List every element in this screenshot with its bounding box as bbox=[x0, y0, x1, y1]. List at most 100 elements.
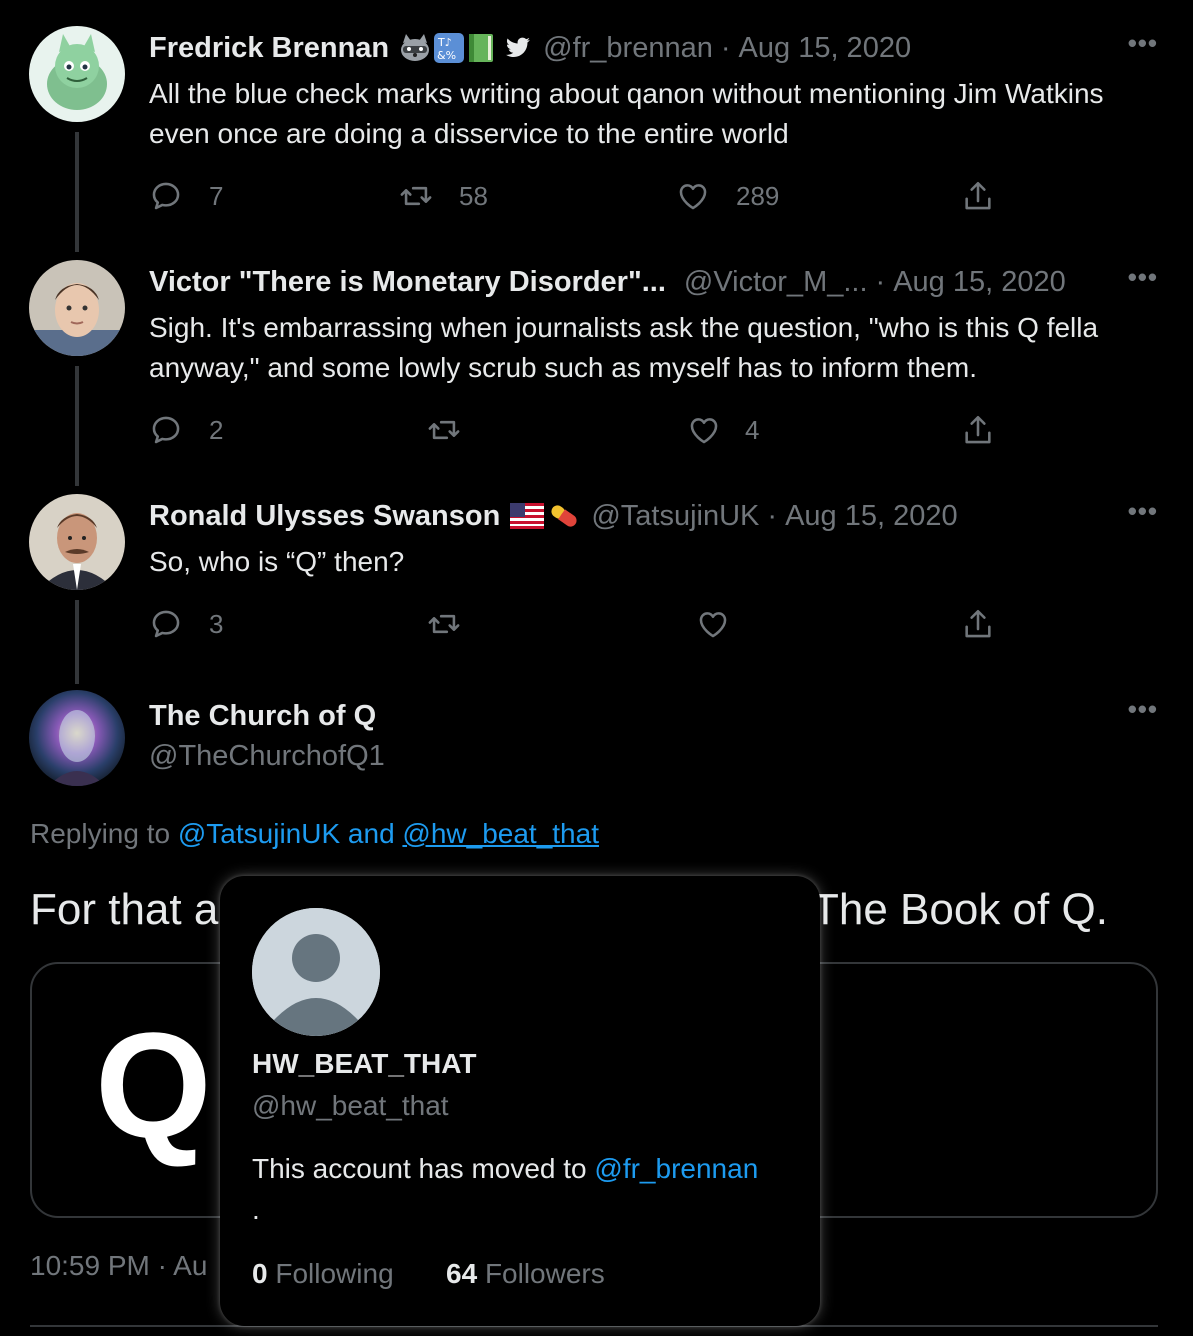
pill-emoji-icon bbox=[551, 505, 577, 527]
mention-hw-beat-that[interactable]: @hw_beat_that bbox=[402, 818, 599, 849]
bio-suffix: . bbox=[252, 1194, 260, 1225]
followers-label: Followers bbox=[484, 1258, 605, 1289]
tweet-text: Sigh. It's embarrassing when journalists… bbox=[149, 312, 1099, 383]
tweet-date[interactable]: Aug 15, 2020 bbox=[893, 260, 1066, 304]
bio-text: This account has moved to bbox=[252, 1153, 587, 1184]
share-icon bbox=[961, 179, 995, 213]
name-emojis bbox=[510, 501, 581, 531]
twitter-thread-page: Fredrick Brennan T♪ &% @fr_brennan · Aug… bbox=[0, 0, 1193, 1336]
reply-icon bbox=[149, 179, 183, 213]
tweet-header: The Church of Q bbox=[149, 694, 376, 738]
reply-count: 3 bbox=[209, 608, 224, 639]
default-avatar[interactable] bbox=[252, 908, 380, 1036]
profile-hovercard[interactable]: HW_BEAT_THAT @hw_beat_that This account … bbox=[220, 876, 820, 1326]
display-name[interactable]: Fredrick Brennan bbox=[149, 26, 389, 70]
like-button[interactable]: 4 bbox=[687, 410, 759, 450]
like-icon bbox=[676, 179, 710, 213]
hovercard-name[interactable]: HW_BEAT_THAT bbox=[252, 1048, 477, 1080]
share-button[interactable] bbox=[961, 410, 995, 450]
name-emojis: T♪ &% bbox=[399, 33, 495, 63]
hovercard-bio: This account has moved to @fr_brennan bbox=[252, 1153, 758, 1185]
green-book-emoji-icon bbox=[469, 34, 494, 62]
main-tweet-text: For that a bbox=[30, 880, 218, 940]
like-button[interactable] bbox=[696, 604, 730, 644]
tweet-date[interactable]: Aug 15, 2020 bbox=[785, 494, 958, 538]
replying-and: and bbox=[347, 818, 395, 849]
handle-row: @TheChurchofQ1 bbox=[149, 734, 385, 778]
reply-icon bbox=[149, 607, 183, 641]
reply-icon bbox=[149, 413, 183, 447]
user-handle[interactable]: @TheChurchofQ1 bbox=[149, 734, 385, 778]
more-options-icon[interactable]: ••• bbox=[1128, 694, 1158, 725]
main-text-visible-end: The Book of Q. bbox=[812, 885, 1108, 934]
retweet-icon bbox=[427, 607, 461, 641]
separator-dot: · bbox=[767, 500, 778, 532]
retweet-count: 58 bbox=[459, 180, 488, 211]
display-name[interactable]: Ronald Ulysses Swanson bbox=[149, 494, 500, 538]
share-button[interactable] bbox=[961, 604, 995, 644]
user-handle[interactable]: @Victor_M_... bbox=[684, 260, 868, 304]
display-name[interactable]: The Church of Q bbox=[149, 694, 376, 738]
tweet-header: Ronald Ulysses Swanson @TatsujinUK · Aug… bbox=[149, 494, 958, 538]
svg-text:&%: &% bbox=[437, 49, 456, 62]
like-icon bbox=[687, 413, 721, 447]
thread-connector bbox=[75, 132, 79, 252]
separator-dot: · bbox=[720, 32, 731, 64]
following-stat[interactable]: 0 Following bbox=[252, 1258, 394, 1290]
tweet-timestamp[interactable]: 10:59 PM · Au bbox=[30, 1250, 207, 1282]
following-count: 0 bbox=[252, 1258, 268, 1289]
tweet-header: Fredrick Brennan T♪ &% @fr_brennan · Aug… bbox=[149, 26, 911, 70]
replying-to-label: Replying to bbox=[30, 818, 171, 849]
like-count: 289 bbox=[736, 180, 780, 211]
svg-text:T♪: T♪ bbox=[437, 36, 452, 49]
reply-count: 7 bbox=[209, 180, 224, 211]
like-icon bbox=[696, 607, 730, 641]
share-button[interactable] bbox=[961, 176, 995, 216]
more-options-icon[interactable]: ••• bbox=[1128, 262, 1158, 293]
reply-button[interactable]: 3 bbox=[149, 604, 223, 644]
us-flag-emoji-icon bbox=[510, 503, 545, 529]
retweet-button[interactable]: 58 bbox=[399, 176, 488, 216]
user-handle[interactable]: @fr_brennan bbox=[543, 26, 713, 70]
raccoon-emoji-icon bbox=[401, 34, 430, 61]
avatar[interactable] bbox=[29, 260, 125, 356]
tweet-actions: 3 bbox=[149, 604, 1019, 644]
like-count: 4 bbox=[745, 414, 760, 445]
more-options-icon[interactable]: ••• bbox=[1128, 28, 1158, 59]
tweet-actions: 2 4 bbox=[149, 410, 1019, 450]
mention-tatsujinuk[interactable]: @TatsujinUK bbox=[178, 818, 340, 849]
more-options-icon[interactable]: ••• bbox=[1128, 496, 1158, 527]
avatar[interactable] bbox=[29, 26, 125, 122]
avatar[interactable] bbox=[29, 494, 125, 590]
reply-button[interactable]: 7 bbox=[149, 176, 223, 216]
hovercard-handle[interactable]: @hw_beat_that bbox=[252, 1090, 449, 1122]
like-button[interactable]: 289 bbox=[676, 176, 779, 216]
reply-button[interactable]: 2 bbox=[149, 410, 223, 450]
tweet-actions: 7 58 289 bbox=[149, 176, 1019, 216]
tweet-text: All the blue check marks writing about q… bbox=[149, 78, 1104, 149]
following-label: Following bbox=[275, 1258, 394, 1289]
retweet-icon bbox=[427, 413, 461, 447]
card-q-logo: Q bbox=[95, 1001, 212, 1169]
main-tweet-text-end: The Book of Q. bbox=[812, 880, 1108, 940]
user-handle[interactable]: @TatsujinUK bbox=[591, 494, 759, 538]
display-name[interactable]: Victor "There is Monetary Disorder"... bbox=[149, 260, 666, 304]
replying-to: Replying to @TatsujinUK and @hw_beat_tha… bbox=[30, 818, 599, 850]
followers-stat[interactable]: 64 Followers bbox=[446, 1258, 605, 1290]
share-icon bbox=[961, 413, 995, 447]
tweet-header: Victor "There is Monetary Disorder"... @… bbox=[149, 260, 1066, 304]
avatar[interactable] bbox=[29, 690, 125, 786]
twitter-bird-icon bbox=[506, 37, 531, 57]
tweet-text: So, who is “Q” then? bbox=[149, 546, 405, 577]
share-icon bbox=[961, 607, 995, 641]
retweet-button[interactable] bbox=[427, 410, 461, 450]
reply-count: 2 bbox=[209, 414, 224, 445]
symbols-emoji-icon: T♪ &% bbox=[434, 33, 465, 63]
thread-connector bbox=[75, 600, 79, 684]
tweet-date[interactable]: Aug 15, 2020 bbox=[739, 26, 912, 70]
separator-dot: · bbox=[875, 266, 886, 298]
followers-count: 64 bbox=[446, 1258, 478, 1289]
retweet-button[interactable] bbox=[427, 604, 461, 644]
bio-mention-link[interactable]: @fr_brennan bbox=[594, 1153, 758, 1184]
retweet-icon bbox=[399, 179, 433, 213]
